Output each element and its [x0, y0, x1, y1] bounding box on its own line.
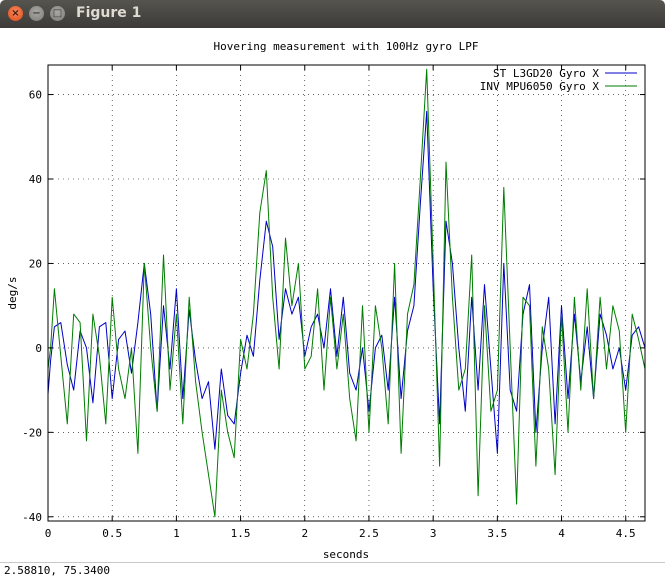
x-tick-label: 2: [301, 527, 308, 540]
x-tick-label: 1: [173, 527, 180, 540]
x-axis-label: seconds: [323, 548, 369, 561]
cursor-coordinates: 2.58810, 75.3400: [4, 564, 110, 577]
title-bar[interactable]: × − □ Figure 1: [0, 0, 665, 28]
y-tick-label: 40: [29, 173, 42, 186]
figure-window: × − □ Figure 1 Hovering measurement with…: [0, 0, 665, 579]
x-tick-label: 3: [430, 527, 437, 540]
chart-title: Hovering measurement with 100Hz gyro LPF: [214, 40, 479, 53]
x-tick-label: 0.5: [102, 527, 122, 540]
legend-label-2: INV MPU6050 Gyro X: [480, 80, 600, 93]
x-tick-label: 2.5: [359, 527, 379, 540]
plot-area[interactable]: Hovering measurement with 100Hz gyro LPF…: [0, 28, 665, 562]
chart[interactable]: Hovering measurement with 100Hz gyro LPF…: [0, 28, 665, 562]
y-tick-label: -20: [22, 426, 42, 439]
x-tick-label: 1.5: [231, 527, 251, 540]
x-tick-label: 4.5: [616, 527, 636, 540]
close-button[interactable]: ×: [8, 6, 23, 21]
plot-background: [0, 28, 665, 562]
x-tick-label: 0: [45, 527, 52, 540]
y-tick-label: 0: [35, 342, 42, 355]
status-bar: 2.58810, 75.3400: [0, 562, 665, 579]
window-title: Figure 1: [76, 5, 142, 21]
y-axis-label: deg/s: [6, 276, 19, 309]
y-tick-label: 60: [29, 89, 42, 102]
y-tick-label: -40: [22, 511, 42, 524]
x-tick-label: 3.5: [487, 527, 507, 540]
x-tick-label: 4: [558, 527, 565, 540]
maximize-button[interactable]: □: [50, 6, 65, 21]
y-tick-label: 20: [29, 257, 42, 270]
legend-label-1: ST L3GD20 Gyro X: [493, 67, 599, 80]
minimize-button[interactable]: −: [29, 6, 44, 21]
